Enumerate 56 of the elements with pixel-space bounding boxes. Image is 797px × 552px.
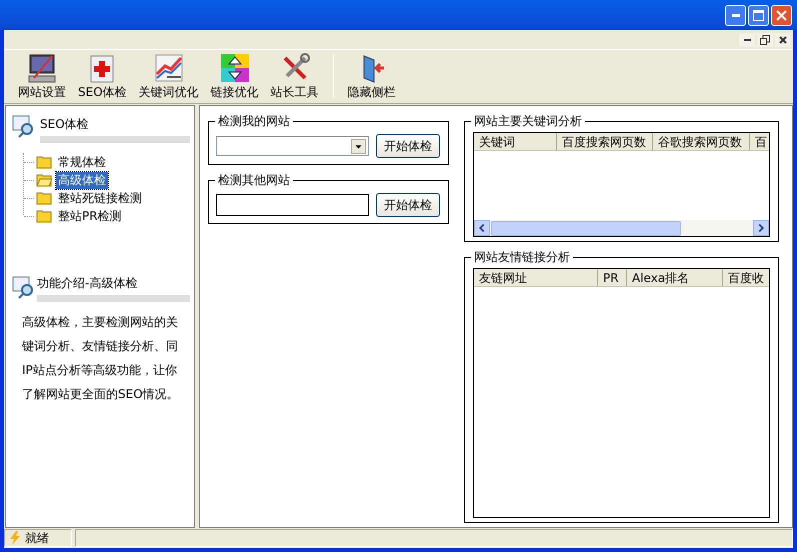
toolbar-button[interactable]: SEO体检: [74, 51, 131, 101]
minimize-button[interactable]: [725, 4, 746, 26]
folder-icon: [36, 191, 52, 205]
lightning-icon: [7, 530, 23, 546]
toolbar-button[interactable]: 链接优化: [206, 51, 263, 101]
line-chart-icon: [152, 52, 185, 84]
start-check-button[interactable]: 开始体检: [376, 193, 440, 217]
mdi-restore-button[interactable]: [757, 32, 773, 46]
mdi-minimize-button[interactable]: [739, 32, 755, 46]
column-header[interactable]: 百度搜索网页数: [557, 133, 653, 151]
info-title: 功能介绍-高级体检: [37, 275, 138, 292]
mdi-close-button[interactable]: [775, 32, 791, 46]
link-arrows-icon: [218, 52, 251, 84]
tree-item[interactable]: 整站死链接检测: [56, 190, 144, 206]
close-icon: [779, 36, 787, 44]
restore-icon: [760, 34, 770, 44]
site-dropdown[interactable]: [216, 136, 369, 156]
computer-icon: [26, 52, 58, 84]
folder-icon: [36, 209, 52, 223]
toolbar-button[interactable]: 隐藏侧栏: [344, 51, 400, 101]
info-text: 高级体检，主要检测网站的关键词分析、友情链接分析、同IP站点分析等高级功能，让你了解网站更全面的SEO情况。: [22, 314, 180, 403]
scrollbar-thumb[interactable]: [491, 220, 681, 236]
tree-item[interactable]: 高级体检: [56, 172, 108, 188]
column-header[interactable]: 百: [750, 133, 769, 151]
tree-item[interactable]: 常规体检: [56, 154, 108, 170]
folder-icon: [36, 155, 52, 169]
magnifier-document-icon: [12, 275, 36, 299]
close-icon: [776, 10, 787, 20]
start-check-button[interactable]: 开始体检: [376, 134, 440, 158]
group-title: 网站友情链接分析: [471, 250, 573, 264]
minimize-icon: [744, 38, 750, 40]
group-title: 网站主要关键词分析: [471, 114, 585, 128]
magnifier-document-icon: [12, 114, 36, 138]
status-text: 就绪: [25, 530, 49, 546]
caret-icon: [351, 138, 366, 154]
group-title: 检测其他网站: [215, 173, 293, 187]
column-header[interactable]: PR: [598, 269, 627, 287]
column-header[interactable]: 关键词: [474, 133, 557, 151]
close-button[interactable]: [771, 4, 792, 26]
maximize-icon: [753, 10, 764, 20]
column-header[interactable]: 百度收: [723, 269, 769, 287]
toolbar-button[interactable]: 站长工具: [266, 51, 323, 101]
toolbar-button[interactable]: 关键词优化: [134, 51, 203, 101]
minimize-icon: [732, 14, 740, 16]
column-header[interactable]: 谷歌搜索网页数: [653, 133, 750, 151]
open-folder-icon: [36, 173, 52, 187]
column-header[interactable]: 友链网址: [474, 269, 598, 287]
tree-item[interactable]: 整站PR检测: [56, 208, 124, 224]
column-header[interactable]: Alexa排名: [627, 269, 723, 287]
scroll-left-icon[interactable]: [474, 220, 490, 236]
site-input[interactable]: [216, 194, 369, 216]
maximize-button[interactable]: [748, 4, 769, 26]
tree-title: SEO体检: [40, 116, 90, 133]
scroll-right-icon[interactable]: [753, 220, 769, 236]
toolbar-button[interactable]: 网站设置: [14, 51, 70, 101]
group-title: 检测我的网站: [215, 114, 293, 128]
